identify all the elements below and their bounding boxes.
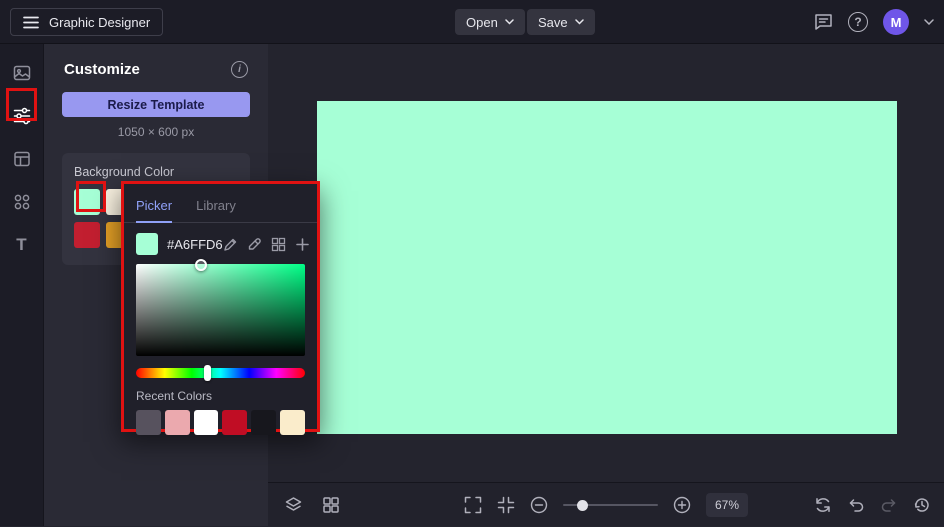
color-grid-icon[interactable] bbox=[271, 237, 286, 252]
bottom-toolbar: 67% bbox=[268, 482, 944, 526]
background-swatch[interactable] bbox=[74, 189, 100, 215]
open-button-label: Open bbox=[466, 14, 498, 30]
tool-rail: T bbox=[0, 44, 44, 526]
main-menu-button[interactable]: Graphic Designer bbox=[10, 8, 164, 36]
avatar[interactable]: M bbox=[883, 9, 909, 35]
brush-icon[interactable] bbox=[223, 237, 238, 252]
fit-to-screen-icon[interactable] bbox=[497, 496, 515, 514]
recent-color-swatch[interactable] bbox=[251, 410, 277, 435]
hue-slider-handle[interactable] bbox=[203, 365, 211, 381]
hue-slider[interactable] bbox=[136, 365, 305, 381]
app-window: Graphic Designer Open Save ? M T Customi… bbox=[0, 0, 944, 526]
panel-title: Customize bbox=[64, 61, 140, 78]
text-tool-icon: T bbox=[16, 235, 27, 254]
refresh-icon[interactable] bbox=[814, 496, 832, 514]
color-picker-tabs: Picker Library bbox=[124, 192, 317, 223]
saturation-field[interactable] bbox=[136, 259, 305, 356]
hex-value-input[interactable]: #A6FFD6 bbox=[167, 237, 223, 252]
recent-colors-label: Recent Colors bbox=[136, 389, 213, 403]
zoom-slider-knob[interactable] bbox=[577, 500, 589, 511]
zoom-in-icon[interactable] bbox=[673, 496, 691, 514]
template-dimensions: 1050 × 600 px bbox=[117, 125, 195, 139]
eyedropper-icon[interactable] bbox=[247, 237, 262, 252]
current-color-swatch bbox=[136, 233, 158, 255]
recent-color-swatch[interactable] bbox=[136, 410, 161, 435]
feedback-chat-icon[interactable] bbox=[814, 13, 833, 31]
artboard[interactable] bbox=[317, 101, 897, 434]
recent-color-swatch[interactable] bbox=[164, 410, 190, 435]
add-color-icon[interactable] bbox=[295, 237, 310, 252]
save-button-label: Save bbox=[538, 14, 568, 30]
tab-library[interactable]: Library bbox=[196, 192, 236, 222]
sidebar-item-customize[interactable] bbox=[6, 101, 38, 131]
tab-picker[interactable]: Picker bbox=[136, 192, 173, 223]
help-icon[interactable]: ? bbox=[848, 12, 868, 32]
top-bar: Graphic Designer Open Save ? M bbox=[0, 0, 944, 44]
sidebar-item-templates[interactable] bbox=[6, 144, 38, 174]
recent-color-swatch[interactable] bbox=[193, 410, 219, 435]
app-title: Graphic Designer bbox=[49, 14, 151, 30]
chevron-down-icon bbox=[574, 19, 584, 25]
background-color-label: Background Color bbox=[74, 165, 175, 179]
zoom-slider[interactable] bbox=[562, 498, 658, 512]
sidebar-item-text[interactable]: T bbox=[6, 230, 38, 260]
zoom-percentage[interactable]: 67% bbox=[705, 493, 749, 517]
chevron-down-icon bbox=[505, 19, 514, 25]
media-image-icon bbox=[12, 63, 32, 83]
resize-template-button[interactable]: Resize Template bbox=[62, 92, 250, 117]
redo-icon[interactable] bbox=[880, 496, 898, 514]
hamburger-menu-icon[interactable] bbox=[23, 16, 39, 29]
zoom-out-icon[interactable] bbox=[530, 496, 548, 514]
save-button[interactable]: Save bbox=[527, 9, 595, 35]
background-swatch[interactable] bbox=[74, 222, 100, 248]
history-icon[interactable] bbox=[913, 496, 931, 514]
color-picker-popup: Picker Library #A6FFD6 Recent Colors bbox=[121, 181, 320, 435]
fullscreen-icon[interactable] bbox=[464, 496, 482, 514]
saturation-handle[interactable] bbox=[195, 259, 208, 271]
info-icon[interactable]: i bbox=[231, 61, 248, 78]
account-chevron-down-icon[interactable] bbox=[924, 19, 934, 25]
recent-color-swatch[interactable] bbox=[222, 410, 248, 435]
templates-icon bbox=[12, 149, 32, 169]
canvas-area bbox=[268, 44, 944, 482]
graphics-shapes-icon bbox=[12, 192, 32, 212]
open-button[interactable]: Open bbox=[455, 9, 525, 35]
sidebar-item-graphics[interactable] bbox=[6, 187, 38, 217]
customize-sliders-icon bbox=[12, 106, 32, 126]
undo-icon[interactable] bbox=[847, 496, 865, 514]
topbar-right-group: ? M bbox=[814, 0, 934, 44]
recent-color-swatch[interactable] bbox=[280, 410, 305, 435]
sidebar-item-media[interactable] bbox=[6, 58, 38, 88]
